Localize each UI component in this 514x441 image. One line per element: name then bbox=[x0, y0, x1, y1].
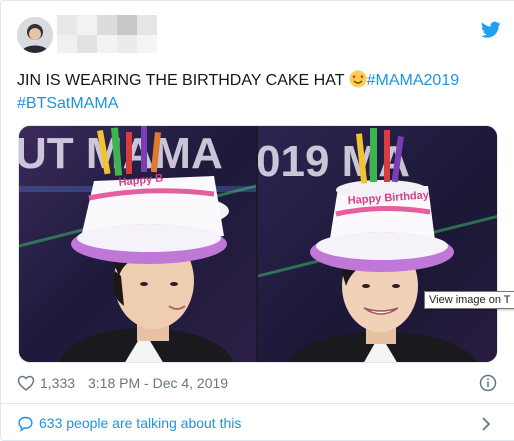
photo-left[interactable]: UT MAMA Happy B bbox=[19, 126, 256, 362]
tweet-timestamp[interactable]: 3:18 PM - Dec 4, 2019 bbox=[88, 373, 228, 393]
divider bbox=[1, 403, 514, 404]
twitter-bird-icon[interactable] bbox=[481, 21, 501, 39]
tweet-card: JIN IS WEARING THE BIRTHDAY CAKE HAT #MA… bbox=[0, 0, 514, 441]
chevron-right-icon[interactable] bbox=[481, 416, 491, 431]
image-tooltip: View image on T bbox=[424, 291, 514, 309]
blurred-user-name bbox=[57, 15, 157, 53]
heart-icon[interactable] bbox=[17, 374, 35, 392]
avatar[interactable] bbox=[17, 17, 53, 53]
tweet-text-main: JIN IS WEARING THE BIRTHDAY CAKE HAT bbox=[17, 72, 349, 89]
tweet-meta: 1,333 3:18 PM - Dec 4, 2019 bbox=[17, 373, 501, 393]
hashtag-btsatmama-link[interactable]: #BTSatMAMA bbox=[17, 95, 118, 112]
photo-right[interactable]: 019 MA Happy Birthday bbox=[258, 126, 497, 362]
comment-bubble-icon bbox=[17, 415, 34, 432]
like-count[interactable]: 1,333 bbox=[40, 373, 75, 393]
info-icon[interactable] bbox=[479, 374, 497, 392]
talking-about-text[interactable]: 633 people are talking about this bbox=[39, 413, 241, 433]
tweet-header bbox=[17, 13, 501, 57]
smiling-face-with-heart-eyes-emoji-icon bbox=[349, 70, 367, 88]
conversation-link[interactable]: 633 people are talking about this bbox=[17, 413, 501, 433]
tweet-media[interactable]: UT MAMA Happy B 019 MA Happy Birthday bbox=[18, 125, 498, 363]
tweet-text: JIN IS WEARING THE BIRTHDAY CAKE HAT #MA… bbox=[17, 69, 501, 115]
hashtag-mama2019-link[interactable]: #MAMA2019 bbox=[367, 72, 460, 89]
